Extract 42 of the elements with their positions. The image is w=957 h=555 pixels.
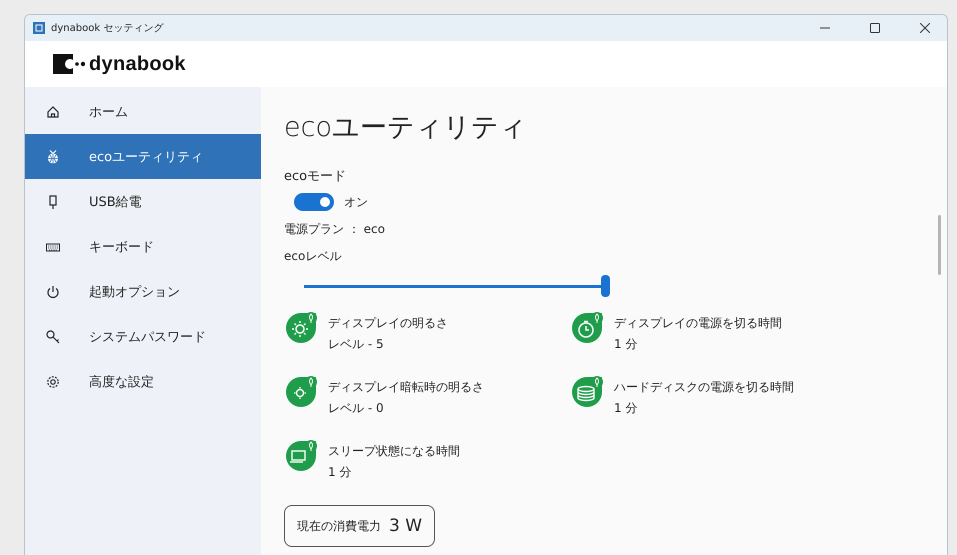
window-title: dynabook セッティング <box>51 22 164 35</box>
setting-title: スリープ状態になる時間 <box>328 443 460 460</box>
settings-icon <box>45 374 61 390</box>
sidebar-item[interactable]: ecoユーティリティ <box>25 134 261 179</box>
setting-title: ハードディスクの電源を切る時間 <box>614 379 794 396</box>
power-consumption-label: 現在の消費電力 <box>297 518 381 534</box>
sidebar-item[interactable]: システムパスワード <box>25 314 261 359</box>
sidebar-item[interactable]: キーボード <box>25 224 261 269</box>
power-plan-text: 電源プラン ： eco <box>284 221 386 238</box>
sidebar-item[interactable]: 起動オプション <box>25 269 261 314</box>
setting-value: レベル - 5 <box>328 336 385 353</box>
slider-thumb[interactable] <box>601 275 610 297</box>
setting-title: ディスプレイの明るさ <box>328 315 448 332</box>
home-icon <box>45 104 61 120</box>
logo-icon <box>53 54 85 74</box>
sidebar-item[interactable]: USB給電 <box>25 179 261 224</box>
setting-value: 1 分 <box>614 400 638 417</box>
laptop-moon-icon <box>284 439 318 473</box>
page-title: ecoユーティリティ <box>284 111 528 145</box>
setting-title: ディスプレイ暗転時の明るさ <box>328 379 484 396</box>
power-icon <box>45 284 61 300</box>
sidebar-item[interactable]: ホーム <box>25 89 261 134</box>
brightness-icon <box>284 311 318 345</box>
app-icon <box>33 22 45 34</box>
key-icon <box>45 328 61 344</box>
slider-label: ecoレベル <box>284 248 342 265</box>
brightness-icon <box>284 375 318 409</box>
setting-value: 1 分 <box>614 336 638 353</box>
scrollbar[interactable] <box>938 215 941 275</box>
setting-value: 1 分 <box>328 464 352 481</box>
power-consumption-value: 3 W <box>389 516 422 536</box>
toggle-label: オン <box>344 194 368 210</box>
maximize-icon <box>870 23 880 33</box>
setting-value: レベル - 0 <box>328 400 385 417</box>
setting-title: ディスプレイの電源を切る時間 <box>614 315 782 332</box>
close-icon <box>920 23 930 33</box>
logo-text: dynabook <box>89 52 186 76</box>
section-title: ecoモード <box>284 168 348 185</box>
toggle-switch[interactable] <box>294 193 334 211</box>
sidebar-item[interactable]: 高度な設定 <box>25 359 261 404</box>
globe-icon <box>45 148 61 164</box>
stopwatch-icon <box>570 311 604 345</box>
